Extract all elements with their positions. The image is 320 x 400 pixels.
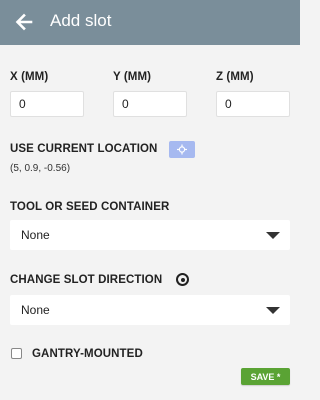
current-coordinates: (5, 0.9, -0.56) — [10, 163, 71, 174]
save-button[interactable]: SAVE * — [241, 368, 290, 385]
page-title: Add slot — [50, 11, 112, 30]
z-label: Z (MM) — [216, 71, 254, 83]
gantry-mounted-checkbox[interactable] — [11, 348, 22, 359]
arrow-left-icon[interactable] — [14, 12, 34, 32]
caret-down-icon — [266, 232, 280, 239]
use-current-location-button[interactable] — [169, 141, 195, 158]
crosshair-icon — [177, 144, 187, 155]
z-input[interactable] — [216, 91, 290, 117]
header-bar: Add slot — [0, 0, 300, 45]
y-input[interactable] — [113, 91, 187, 117]
caret-down-icon — [266, 307, 280, 314]
target-icon[interactable] — [176, 273, 189, 286]
gantry-mounted-label: GANTRY-MOUNTED — [32, 348, 143, 360]
y-label: Y (MM) — [113, 71, 152, 83]
slot-direction-label: CHANGE SLOT DIRECTION — [10, 274, 163, 286]
tool-select-value: None — [21, 228, 50, 242]
tool-select[interactable]: None — [10, 220, 290, 250]
x-label: X (MM) — [10, 71, 49, 83]
slot-direction-select-value: None — [21, 303, 50, 317]
use-current-location-label: USE CURRENT LOCATION — [10, 143, 158, 155]
x-input[interactable] — [10, 91, 84, 117]
slot-direction-select[interactable]: None — [10, 295, 290, 325]
tool-label: TOOL OR SEED CONTAINER — [10, 201, 170, 213]
